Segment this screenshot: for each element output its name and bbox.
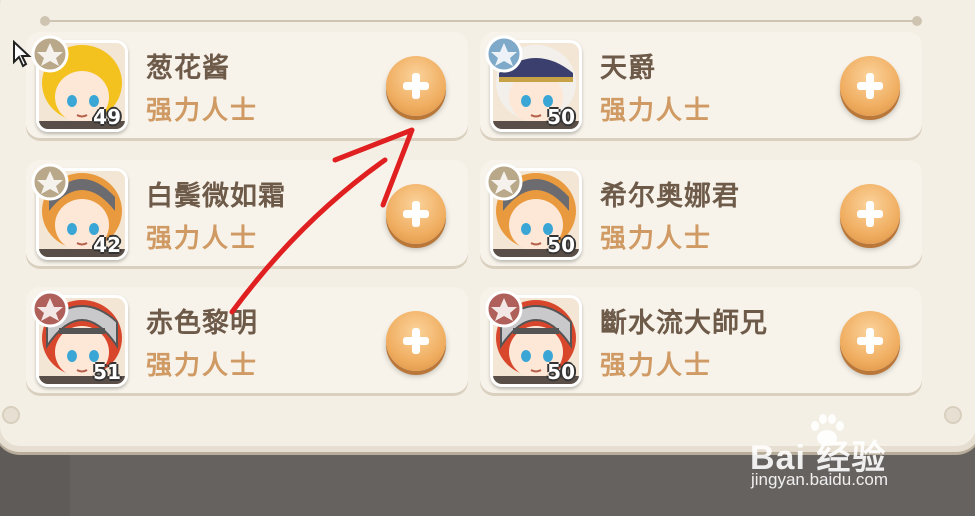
rank-badge-icon <box>485 290 523 328</box>
friend-card[interactable]: 50 希尔奥娜君强力人士 <box>480 160 922 266</box>
friend-title: 强力人士 <box>600 224 713 254</box>
friend-card[interactable]: 51 赤色黎明强力人士 <box>26 287 468 393</box>
rank-badge-icon <box>485 35 523 73</box>
plus-icon <box>386 56 446 116</box>
friend-name: 葱花酱 <box>146 53 230 84</box>
friend-level: 49 <box>93 105 121 129</box>
friend-name: 赤色黎明 <box>146 308 258 339</box>
rank-badge-icon <box>31 35 69 73</box>
add-friend-button[interactable] <box>386 56 446 116</box>
watermark-url: jingyan.baidu.com <box>751 470 889 489</box>
divider-dot-left <box>40 16 50 26</box>
plus-icon <box>840 184 900 244</box>
friend-title: 强力人士 <box>146 96 259 126</box>
friend-level: 50 <box>547 233 575 257</box>
friend-name: 白鬓微如霜 <box>146 181 286 212</box>
add-friend-button[interactable] <box>386 311 446 371</box>
friend-title: 强力人士 <box>146 351 259 381</box>
panel-corner-left <box>2 406 20 424</box>
rank-badge-icon <box>31 163 69 201</box>
add-friend-button[interactable] <box>840 56 900 116</box>
friend-title: 强力人士 <box>146 224 259 254</box>
friend-card[interactable]: 50 斷水流大師兄 强力人士 <box>480 287 922 393</box>
friend-card[interactable]: 42 白鬓微如霜强力人士 <box>26 160 468 266</box>
mouse-cursor-icon <box>13 40 32 68</box>
plus-icon <box>840 56 900 116</box>
add-friend-button[interactable] <box>840 184 900 244</box>
plus-icon <box>386 311 446 371</box>
friend-name: 天爵 <box>600 53 656 84</box>
friend-level: 50 <box>547 360 575 384</box>
add-friend-button[interactable] <box>840 311 900 371</box>
friend-level: 51 <box>93 360 121 384</box>
rank-badge-icon <box>485 163 523 201</box>
add-friend-button[interactable] <box>386 184 446 244</box>
rank-badge-icon <box>31 290 69 328</box>
divider-dot-right <box>912 16 922 26</box>
plus-icon <box>840 311 900 371</box>
divider-line <box>44 20 918 22</box>
friend-card[interactable]: 50 天爵强力人士 <box>480 32 922 138</box>
friend-level: 42 <box>93 233 121 257</box>
baidu-watermark: Bai 经验 jingyan.baidu.com <box>745 412 970 512</box>
plus-icon <box>386 184 446 244</box>
friend-title: 强力人士 <box>600 96 713 126</box>
friend-level: 50 <box>547 105 575 129</box>
friend-name: 斷水流大師兄 <box>600 308 768 339</box>
friend-name: 希尔奥娜君 <box>600 181 740 212</box>
friend-card[interactable]: 49 葱花酱强力人士 <box>26 32 468 138</box>
friend-title: 强力人士 <box>600 351 713 381</box>
